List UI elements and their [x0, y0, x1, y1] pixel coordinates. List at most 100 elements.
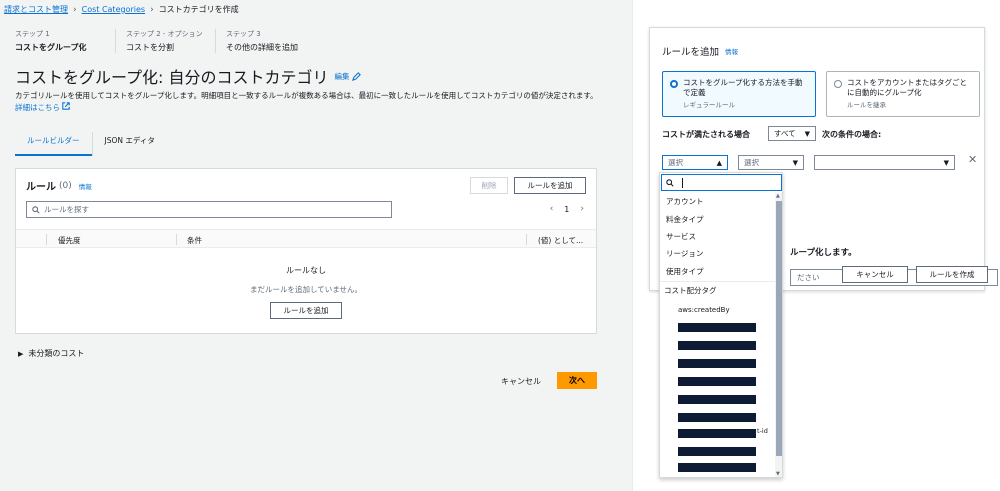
column-condition[interactable]: 条件 [187, 235, 202, 246]
scrollbar-thumb[interactable] [776, 201, 782, 456]
caret-down-icon: ▼ [943, 158, 949, 167]
option-subtitle: ルールを継承 [847, 101, 886, 109]
dimension-dropdown: アカウント 料金タイプ サービス リージョン 使用タイプ コスト配分タグ aws… [659, 172, 783, 478]
option-usage-type[interactable]: 使用タイプ [666, 266, 704, 277]
column-value[interactable]: (値) として... [538, 235, 583, 246]
redacted-tag[interactable] [678, 413, 756, 422]
pencil-icon [351, 71, 361, 81]
editor-tabs: ルールビルダー JSON エディタ [15, 132, 167, 156]
values-select[interactable]: ▼ [814, 155, 955, 170]
scroll-up-icon[interactable]: ▲ [776, 193, 780, 199]
redacted-tag[interactable] [678, 323, 756, 332]
next-condition-label: 次の条件の場合: [822, 130, 882, 139]
match-all-value: すべて [774, 129, 796, 138]
manual-rule-option[interactable]: コストをグループ化する方法を手動で定義 レギュラールール [662, 71, 816, 117]
rules-info-link[interactable]: 情報 [79, 181, 92, 191]
uncategorized-label: 未分類のコスト [28, 349, 85, 358]
chevron-right-icon: › [150, 4, 154, 15]
option-charge-type[interactable]: 料金タイプ [666, 214, 704, 225]
option-region[interactable]: リージョン [666, 248, 703, 259]
inherited-rule-option[interactable]: コストをアカウントまたはタグごとに自動的にグループ化 ルールを継承 [826, 71, 980, 117]
step-2[interactable]: ステップ 2 - オプション コストを分割 [115, 29, 215, 53]
caret-down-icon: ▼ [804, 129, 810, 138]
edit-label: 編集 [334, 71, 350, 81]
breadcrumb-billing[interactable]: 請求とコスト管理 [4, 4, 68, 15]
step-number: ステップ 1 [15, 30, 50, 38]
option-tag[interactable]: aws:createdBy [678, 306, 730, 314]
match-all-select[interactable]: すべて ▼ [768, 126, 816, 141]
condition-label: コストが満たされる場合 [662, 130, 750, 139]
redacted-tag[interactable] [678, 341, 756, 350]
caret-up-icon: ▲ [716, 158, 722, 167]
search-icon [32, 205, 40, 214]
tab-json-editor[interactable]: JSON エディタ [91, 132, 167, 156]
breadcrumb-current: コストカテゴリを作成 [158, 5, 239, 14]
learn-more-link[interactable]: 詳細はこちら [15, 102, 71, 112]
value-placeholder: ださい [797, 273, 820, 282]
create-rule-button[interactable]: ルールを作成 [916, 266, 988, 283]
next-page-icon[interactable]: › [580, 204, 584, 214]
step-3[interactable]: ステップ 3 その他の詳細を追加 [215, 29, 335, 53]
radio-unselected-icon [834, 80, 842, 88]
option-title: コストをグループ化する方法を手動で定義 [683, 78, 803, 97]
empty-title: ルールなし [286, 266, 326, 275]
column-divider [526, 234, 527, 245]
scroll-down-icon[interactable]: ▼ [776, 471, 780, 477]
add-rule-header: ルールを追加 情報 [662, 44, 738, 58]
dropdown-filter-input[interactable] [661, 174, 782, 191]
option-subtitle: レギュラールール [683, 101, 735, 109]
page-description: カテゴリルールを使用してコストをグループ化します。明細項目と一致するルールが複数… [15, 90, 605, 114]
uncategorized-costs-expander[interactable]: ▶ 未分類のコスト [18, 348, 84, 359]
redacted-tag[interactable] [678, 463, 756, 472]
option-account[interactable]: アカウント [666, 196, 704, 207]
close-icon[interactable]: ✕ [968, 153, 977, 166]
add-rule-button[interactable]: ルールを追加 [514, 177, 586, 194]
dimension-select[interactable]: 選択 ▲ [662, 155, 728, 170]
current-page[interactable]: 1 [564, 205, 569, 214]
rules-search-input[interactable]: ルールを探す [26, 201, 392, 218]
add-rule-info-link[interactable]: 情報 [725, 46, 738, 56]
breadcrumb-cost-categories[interactable]: Cost Categories [82, 5, 145, 14]
group-label: ループ化します。 [790, 248, 857, 258]
redacted-tag[interactable] [678, 377, 756, 386]
rules-count: (0) [59, 180, 72, 191]
edit-link[interactable]: 編集 [335, 71, 361, 82]
breadcrumb: 請求とコスト管理 › Cost Categories › コストカテゴリを作成 [4, 4, 239, 15]
search-icon [666, 178, 674, 187]
rules-title: ルール [26, 182, 56, 193]
step-number: ステップ 3 [226, 30, 261, 38]
option-group-cost-allocation-tags: コスト配分タグ [664, 286, 717, 295]
empty-description: まだルールを追加していません。 [249, 285, 363, 294]
step-label: コストを分割 [126, 43, 174, 52]
redacted-tag[interactable] [678, 447, 756, 456]
redacted-tag[interactable] [678, 359, 756, 368]
next-button[interactable]: 次へ [557, 372, 597, 389]
step-number: ステップ 2 - オプション [126, 30, 203, 38]
wizard-steps: ステップ 1 コストをグループ化 ステップ 2 - オプション コストを分割 ス… [15, 29, 335, 53]
delete-rule-button[interactable]: 削除 [470, 177, 508, 194]
dropdown-scrollbar[interactable]: ▲ ▼ [775, 193, 782, 477]
option-group-divider [660, 281, 775, 282]
add-rule-title: ルールを追加 [662, 47, 720, 58]
prev-page-icon[interactable]: ‹ [550, 204, 554, 214]
learn-more-label: 詳細はこちら [15, 103, 60, 112]
pagination: ‹ 1 › [550, 204, 584, 214]
search-placeholder: ルールを探す [44, 205, 89, 214]
external-link-icon [62, 102, 71, 110]
option-service[interactable]: サービス [666, 231, 696, 242]
column-priority[interactable]: 優先度 [58, 235, 81, 246]
step-label: その他の詳細を追加 [226, 43, 298, 52]
dimension-placeholder: 選択 [668, 158, 683, 167]
tab-rule-builder[interactable]: ルールビルダー [15, 132, 92, 156]
column-divider [176, 234, 177, 245]
operator-placeholder: 選択 [744, 158, 759, 167]
operator-select[interactable]: 選択 ▼ [738, 155, 804, 170]
caret-right-icon: ▶ [18, 349, 24, 358]
empty-add-rule-button[interactable]: ルールを追加 [270, 302, 342, 319]
cancel-button[interactable]: キャンセル [501, 376, 541, 387]
option-title: コストをアカウントまたはタグごとに自動的にグループ化 [847, 78, 967, 97]
redacted-tag[interactable] [678, 429, 756, 438]
column-divider [46, 234, 47, 245]
redacted-tag[interactable] [678, 395, 756, 404]
cancel-rule-button[interactable]: キャンセル [842, 266, 908, 283]
